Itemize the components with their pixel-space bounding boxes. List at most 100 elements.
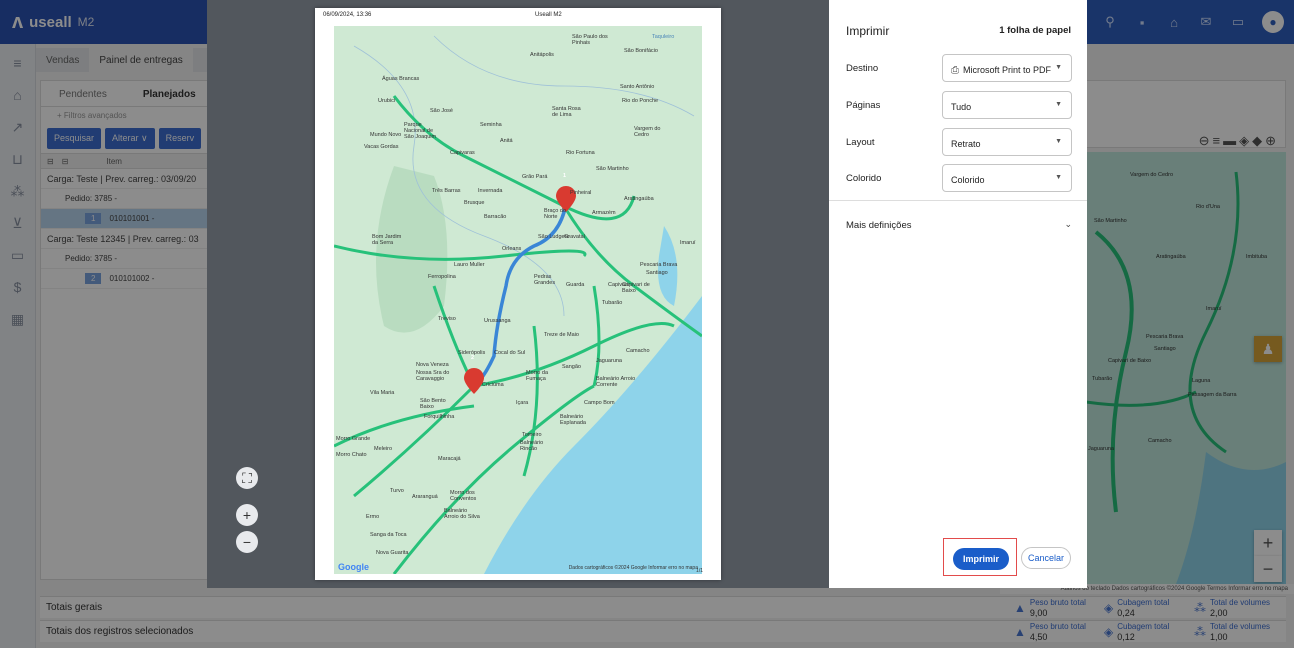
map-label: Capivari xyxy=(608,282,629,288)
map-label: Mundo Novo xyxy=(370,132,402,138)
map-label: Gravatal xyxy=(564,234,585,240)
map-label: Morro da Fumaça xyxy=(526,370,549,382)
map-label: Sanga da Toca xyxy=(370,532,407,538)
marker-1-label: 1 xyxy=(563,173,567,179)
map-label: Barracão xyxy=(484,214,507,220)
map-label: Vila Maria xyxy=(370,390,395,396)
map-label: Meleiro xyxy=(374,446,393,452)
page-date: 06/09/2024, 13:36 xyxy=(323,12,372,18)
road-line xyxy=(592,285,601,387)
page-title: Useall M2 xyxy=(535,12,562,18)
marker-pin-icon xyxy=(464,368,484,394)
map-label: Ferropolina xyxy=(428,274,456,280)
map-label: Maracajá xyxy=(438,456,461,462)
map-label: Criciúma xyxy=(482,382,504,388)
map-label: Urussanga xyxy=(484,318,511,324)
layout-row: Layout Retrato ▼ xyxy=(846,128,1072,156)
map-label: Treviso xyxy=(438,316,456,322)
map-label: Balneário Arroio Corrente xyxy=(596,376,636,388)
map-label: Tomeiro xyxy=(522,432,542,438)
map-label: São Bento Baixo xyxy=(420,398,446,410)
destination-value: Microsoft Print to PDF xyxy=(963,65,1052,75)
map-label: São Bonifácio xyxy=(624,48,658,54)
fit-to-page-icon[interactable]: ⛶ xyxy=(236,467,258,489)
map-label: Pedras Grandes xyxy=(534,274,556,286)
pages-row: Páginas Tudo ▼ xyxy=(846,91,1072,119)
map-label: Balneário Arroio do Silva xyxy=(444,508,480,520)
destination-select[interactable]: ⎙ Microsoft Print to PDF ▼ xyxy=(942,54,1072,82)
map-label: Treze de Maio xyxy=(544,332,579,338)
cancel-button[interactable]: Cancelar xyxy=(1021,547,1071,569)
map-label: Balneário Esplanada xyxy=(560,414,586,426)
pages-label: Páginas xyxy=(846,100,881,111)
print-button-highlight: Imprimir xyxy=(943,538,1017,576)
zoom-in-button[interactable]: + xyxy=(236,504,258,526)
chevron-down-icon: ▼ xyxy=(1055,64,1062,71)
color-row: Colorido Colorido ▼ xyxy=(846,164,1072,192)
map-label: Cocal do Sul xyxy=(494,350,526,356)
dialog-title: Imprimir xyxy=(846,24,890,38)
destination-label: Destino xyxy=(846,63,879,74)
pages-select[interactable]: Tudo ▼ xyxy=(942,91,1072,119)
preview-page: 06/09/2024, 13:36 Useall M2 1 2 Águas Br… xyxy=(315,8,721,580)
map-label: Rio Fortuna xyxy=(566,150,595,156)
map-label: Içara xyxy=(516,400,529,406)
map-label: Anitápolis xyxy=(530,52,554,58)
map-label: Tubarão xyxy=(602,300,623,306)
map-label: Santa Rosa de Lima xyxy=(552,106,581,118)
map-label: Forquilhinha xyxy=(424,414,455,420)
chevron-down-icon: ▼ xyxy=(1055,174,1062,181)
route-line xyxy=(472,203,568,388)
map-label: Seminha xyxy=(480,122,502,128)
destination-row: Destino ⎙ Microsoft Print to PDF ▼ xyxy=(846,54,1072,82)
map-label: Águas Brancas xyxy=(382,76,420,82)
map-label: Siderópolis xyxy=(458,350,486,356)
map-label: Capivaras xyxy=(450,150,475,156)
zoom-out-button[interactable]: − xyxy=(236,531,258,553)
map-label: Pescaria Brava xyxy=(640,262,678,268)
layout-select[interactable]: Retrato ▼ xyxy=(942,128,1072,156)
marker-2[interactable] xyxy=(464,368,484,394)
color-select[interactable]: Colorido ▼ xyxy=(942,164,1072,192)
map-label: Santiago xyxy=(646,270,668,276)
dialog-divider xyxy=(829,200,1087,201)
color-value: Colorido xyxy=(951,175,985,185)
print-button[interactable]: Imprimir xyxy=(953,548,1009,570)
map-label: São José xyxy=(430,108,453,114)
map-label: Camacho xyxy=(626,348,650,354)
sea-shape xyxy=(484,296,702,574)
map-label: Balneário Rincão xyxy=(520,440,544,452)
map-label: Guarda xyxy=(566,282,585,288)
map-label: Santo Antônio xyxy=(620,84,655,90)
map-label: Pinheiral xyxy=(570,190,592,196)
map-label: Vacas Gordas xyxy=(364,144,399,150)
map-label: Bom Jardim da Serra xyxy=(372,234,402,246)
pages-value: Tudo xyxy=(951,102,972,112)
map-label: Parque Nacional de São Joaquim xyxy=(404,122,437,140)
map-label: Taquleiro xyxy=(652,34,675,40)
map-label: Ermo xyxy=(366,514,380,520)
more-settings-toggle[interactable]: Mais definições ⌄ xyxy=(846,219,1072,231)
print-dialog: Imprimir 1 folha de papel Destino ⎙ Micro… xyxy=(829,0,1087,588)
chevron-down-icon: ▼ xyxy=(1055,101,1062,108)
google-logo: Google xyxy=(338,562,369,572)
map-label: Anitá xyxy=(500,138,513,144)
route-map: 1 2 Águas Brancas Urubici São José Parqu… xyxy=(334,26,702,574)
map-label: Araranguá xyxy=(412,494,438,500)
color-label: Colorido xyxy=(846,173,882,184)
print-preview-area: 06/09/2024, 13:36 Useall M2 1 2 Águas Br… xyxy=(207,0,829,588)
map-label: Braço do Norte xyxy=(544,208,567,220)
page-number: 1/1 xyxy=(696,568,703,574)
chevron-down-icon: ⌄ xyxy=(1064,219,1072,229)
dialog-actions: Imprimir Cancelar xyxy=(941,536,1077,576)
road-line xyxy=(334,244,587,261)
map-label: Grão Pará xyxy=(522,174,548,180)
sheet-count: 1 folha de papel xyxy=(999,25,1071,36)
road-line xyxy=(353,384,476,498)
map-label: Sangão xyxy=(562,364,581,370)
chevron-down-icon: ▼ xyxy=(1055,138,1062,145)
map-label: Imaruí xyxy=(680,240,696,246)
map-label: Urubici xyxy=(378,98,396,104)
map-label: Aratingaúba xyxy=(624,196,654,202)
map-credit: Dados cartográficos ©2024 Google Informa… xyxy=(568,565,698,571)
